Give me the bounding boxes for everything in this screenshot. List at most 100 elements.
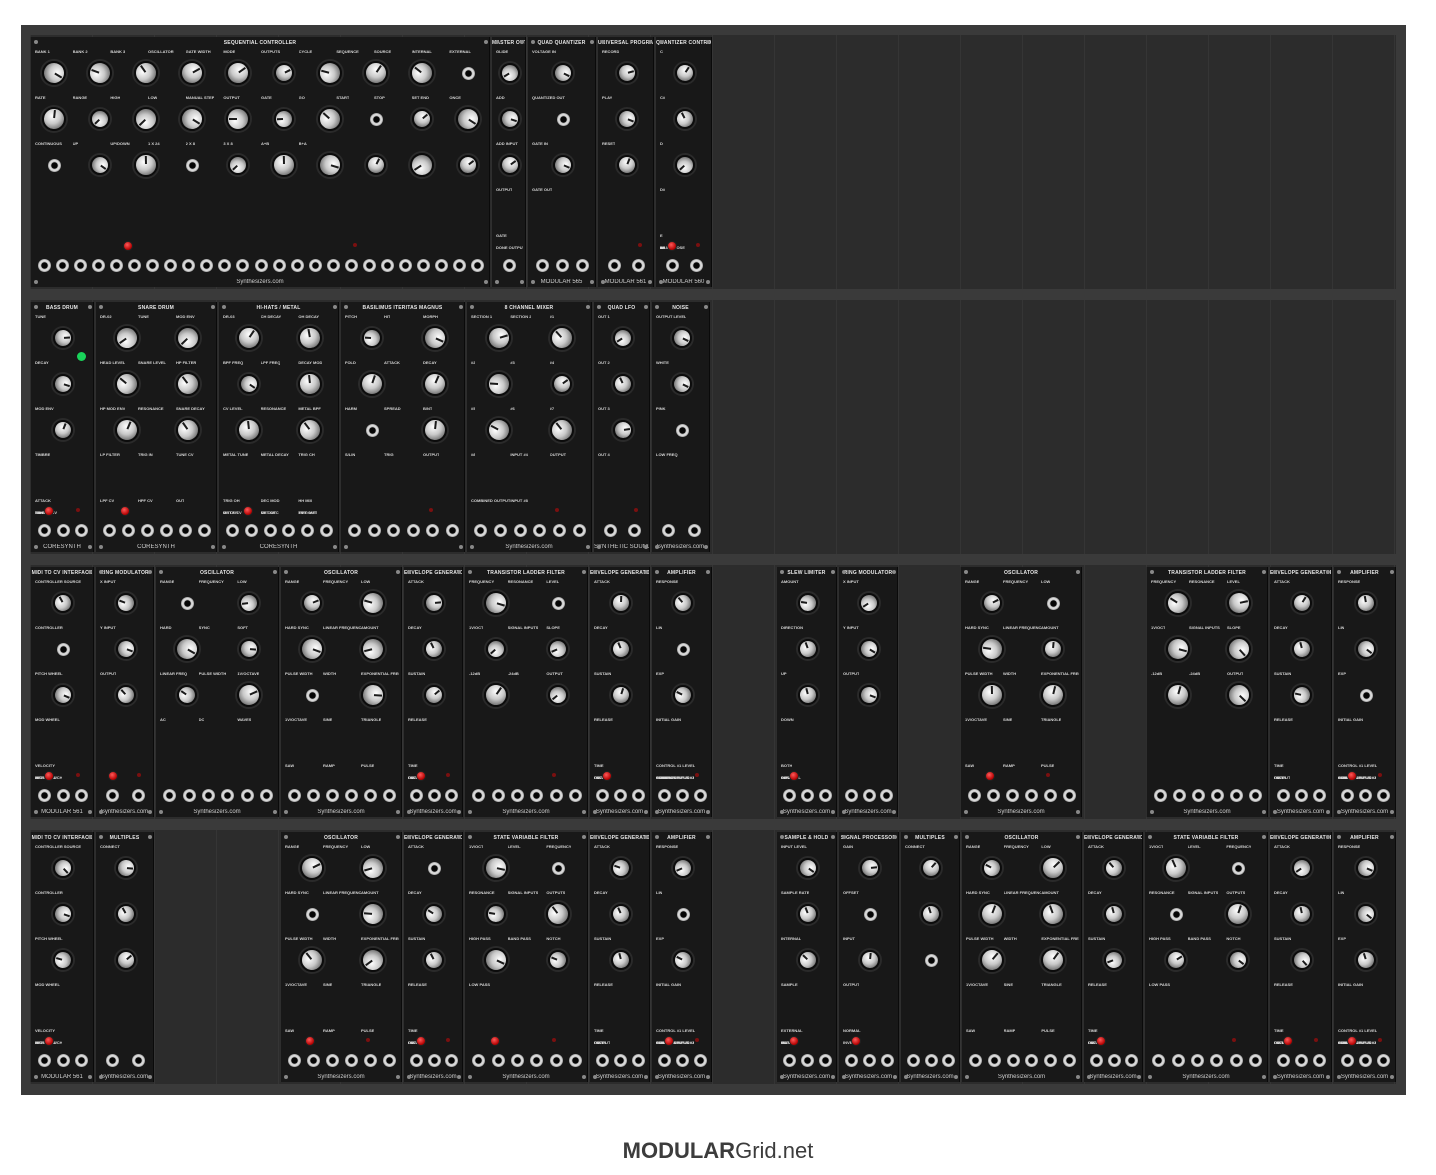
push-button[interactable] bbox=[489, 1036, 500, 1046]
patch-jack[interactable] bbox=[530, 1054, 544, 1067]
patch-jack[interactable] bbox=[607, 259, 621, 272]
patch-jack[interactable] bbox=[348, 524, 362, 537]
control-knob[interactable] bbox=[232, 321, 266, 355]
patch-jack[interactable] bbox=[1295, 1054, 1308, 1067]
control-knob[interactable] bbox=[295, 851, 328, 885]
patch-jack[interactable] bbox=[1170, 908, 1183, 921]
patch-jack[interactable] bbox=[1359, 789, 1372, 802]
control-knob[interactable] bbox=[613, 106, 640, 132]
patch-jack[interactable] bbox=[818, 1054, 832, 1067]
control-knob[interactable] bbox=[223, 150, 253, 180]
patch-jack[interactable] bbox=[182, 259, 196, 272]
control-knob[interactable] bbox=[357, 634, 388, 664]
control-knob[interactable] bbox=[614, 60, 639, 86]
patch-jack[interactable] bbox=[1377, 789, 1391, 802]
patch-jack[interactable] bbox=[693, 789, 707, 802]
control-knob[interactable] bbox=[1037, 680, 1068, 710]
patch-jack[interactable] bbox=[1295, 789, 1308, 802]
patch-jack[interactable] bbox=[1210, 1054, 1224, 1067]
control-knob[interactable] bbox=[1162, 680, 1193, 710]
patch-jack[interactable] bbox=[1276, 1054, 1290, 1067]
patch-jack[interactable] bbox=[1230, 789, 1243, 802]
patch-jack[interactable] bbox=[1107, 1054, 1121, 1067]
control-knob[interactable] bbox=[495, 151, 524, 179]
control-knob[interactable] bbox=[298, 589, 325, 617]
patch-jack[interactable] bbox=[1152, 1054, 1166, 1067]
control-knob[interactable] bbox=[543, 680, 573, 710]
patch-jack[interactable] bbox=[568, 789, 582, 802]
patch-jack[interactable] bbox=[141, 524, 154, 537]
patch-jack[interactable] bbox=[1063, 789, 1076, 802]
control-knob[interactable] bbox=[233, 679, 265, 711]
control-knob[interactable] bbox=[420, 946, 448, 974]
control-knob[interactable] bbox=[1035, 851, 1070, 885]
patch-jack[interactable] bbox=[56, 524, 70, 537]
control-knob[interactable] bbox=[49, 681, 77, 709]
patch-jack[interactable] bbox=[503, 259, 516, 272]
patch-jack[interactable] bbox=[305, 689, 319, 702]
control-knob[interactable] bbox=[483, 323, 514, 353]
patch-jack[interactable] bbox=[364, 1054, 377, 1067]
control-knob[interactable] bbox=[114, 857, 137, 879]
control-knob[interactable] bbox=[607, 855, 634, 881]
control-knob[interactable] bbox=[355, 943, 390, 977]
patch-jack[interactable] bbox=[444, 789, 458, 802]
patch-jack[interactable] bbox=[383, 789, 396, 802]
control-knob[interactable] bbox=[544, 413, 579, 447]
control-knob[interactable] bbox=[496, 106, 523, 132]
control-knob[interactable] bbox=[129, 56, 163, 90]
control-knob[interactable] bbox=[238, 638, 260, 660]
patch-jack[interactable] bbox=[106, 789, 120, 802]
control-knob[interactable] bbox=[545, 947, 571, 973]
patch-jack[interactable] bbox=[263, 524, 277, 537]
patch-jack[interactable] bbox=[428, 862, 441, 875]
control-knob[interactable] bbox=[226, 107, 250, 131]
control-knob[interactable] bbox=[451, 102, 485, 136]
patch-jack[interactable] bbox=[122, 524, 135, 537]
control-knob[interactable] bbox=[671, 105, 698, 133]
patch-jack[interactable] bbox=[1248, 1054, 1262, 1067]
patch-jack[interactable] bbox=[1340, 789, 1354, 802]
patch-jack[interactable] bbox=[345, 789, 358, 802]
control-knob[interactable] bbox=[170, 632, 204, 666]
patch-jack[interactable] bbox=[182, 789, 196, 802]
patch-jack[interactable] bbox=[103, 524, 116, 537]
control-knob[interactable] bbox=[453, 150, 483, 180]
patch-jack[interactable] bbox=[57, 643, 70, 656]
control-knob[interactable] bbox=[609, 370, 636, 398]
control-knob[interactable] bbox=[544, 321, 579, 355]
control-knob[interactable] bbox=[1222, 898, 1254, 930]
patch-jack[interactable] bbox=[658, 1054, 672, 1067]
patch-jack[interactable] bbox=[1025, 1054, 1039, 1067]
control-knob[interactable] bbox=[669, 946, 696, 974]
patch-jack[interactable] bbox=[75, 789, 89, 802]
control-knob[interactable] bbox=[112, 636, 139, 662]
control-knob[interactable] bbox=[50, 947, 76, 973]
patch-jack[interactable] bbox=[1276, 789, 1290, 802]
patch-jack[interactable] bbox=[603, 524, 617, 537]
patch-jack[interactable] bbox=[925, 954, 938, 967]
patch-jack[interactable] bbox=[320, 524, 334, 537]
control-knob[interactable] bbox=[407, 104, 437, 134]
control-knob[interactable] bbox=[482, 413, 515, 447]
patch-jack[interactable] bbox=[494, 524, 507, 537]
control-knob[interactable] bbox=[670, 59, 699, 87]
patch-jack[interactable] bbox=[614, 789, 627, 802]
patch-jack[interactable] bbox=[244, 524, 258, 537]
patch-jack[interactable] bbox=[676, 643, 690, 656]
control-knob[interactable] bbox=[129, 102, 163, 136]
patch-jack[interactable] bbox=[301, 524, 315, 537]
patch-jack[interactable] bbox=[410, 789, 424, 802]
patch-jack[interactable] bbox=[453, 259, 467, 272]
patch-jack[interactable] bbox=[444, 1054, 458, 1067]
push-button[interactable] bbox=[107, 771, 118, 781]
patch-jack[interactable] bbox=[164, 259, 178, 272]
patch-jack[interactable] bbox=[181, 597, 194, 610]
patch-jack[interactable] bbox=[553, 524, 566, 537]
patch-jack[interactable] bbox=[1154, 789, 1167, 802]
patch-jack[interactable] bbox=[471, 259, 485, 272]
patch-jack[interactable] bbox=[862, 789, 876, 802]
control-knob[interactable] bbox=[794, 901, 821, 927]
patch-jack[interactable] bbox=[676, 1054, 689, 1067]
patch-jack[interactable] bbox=[1249, 789, 1262, 802]
